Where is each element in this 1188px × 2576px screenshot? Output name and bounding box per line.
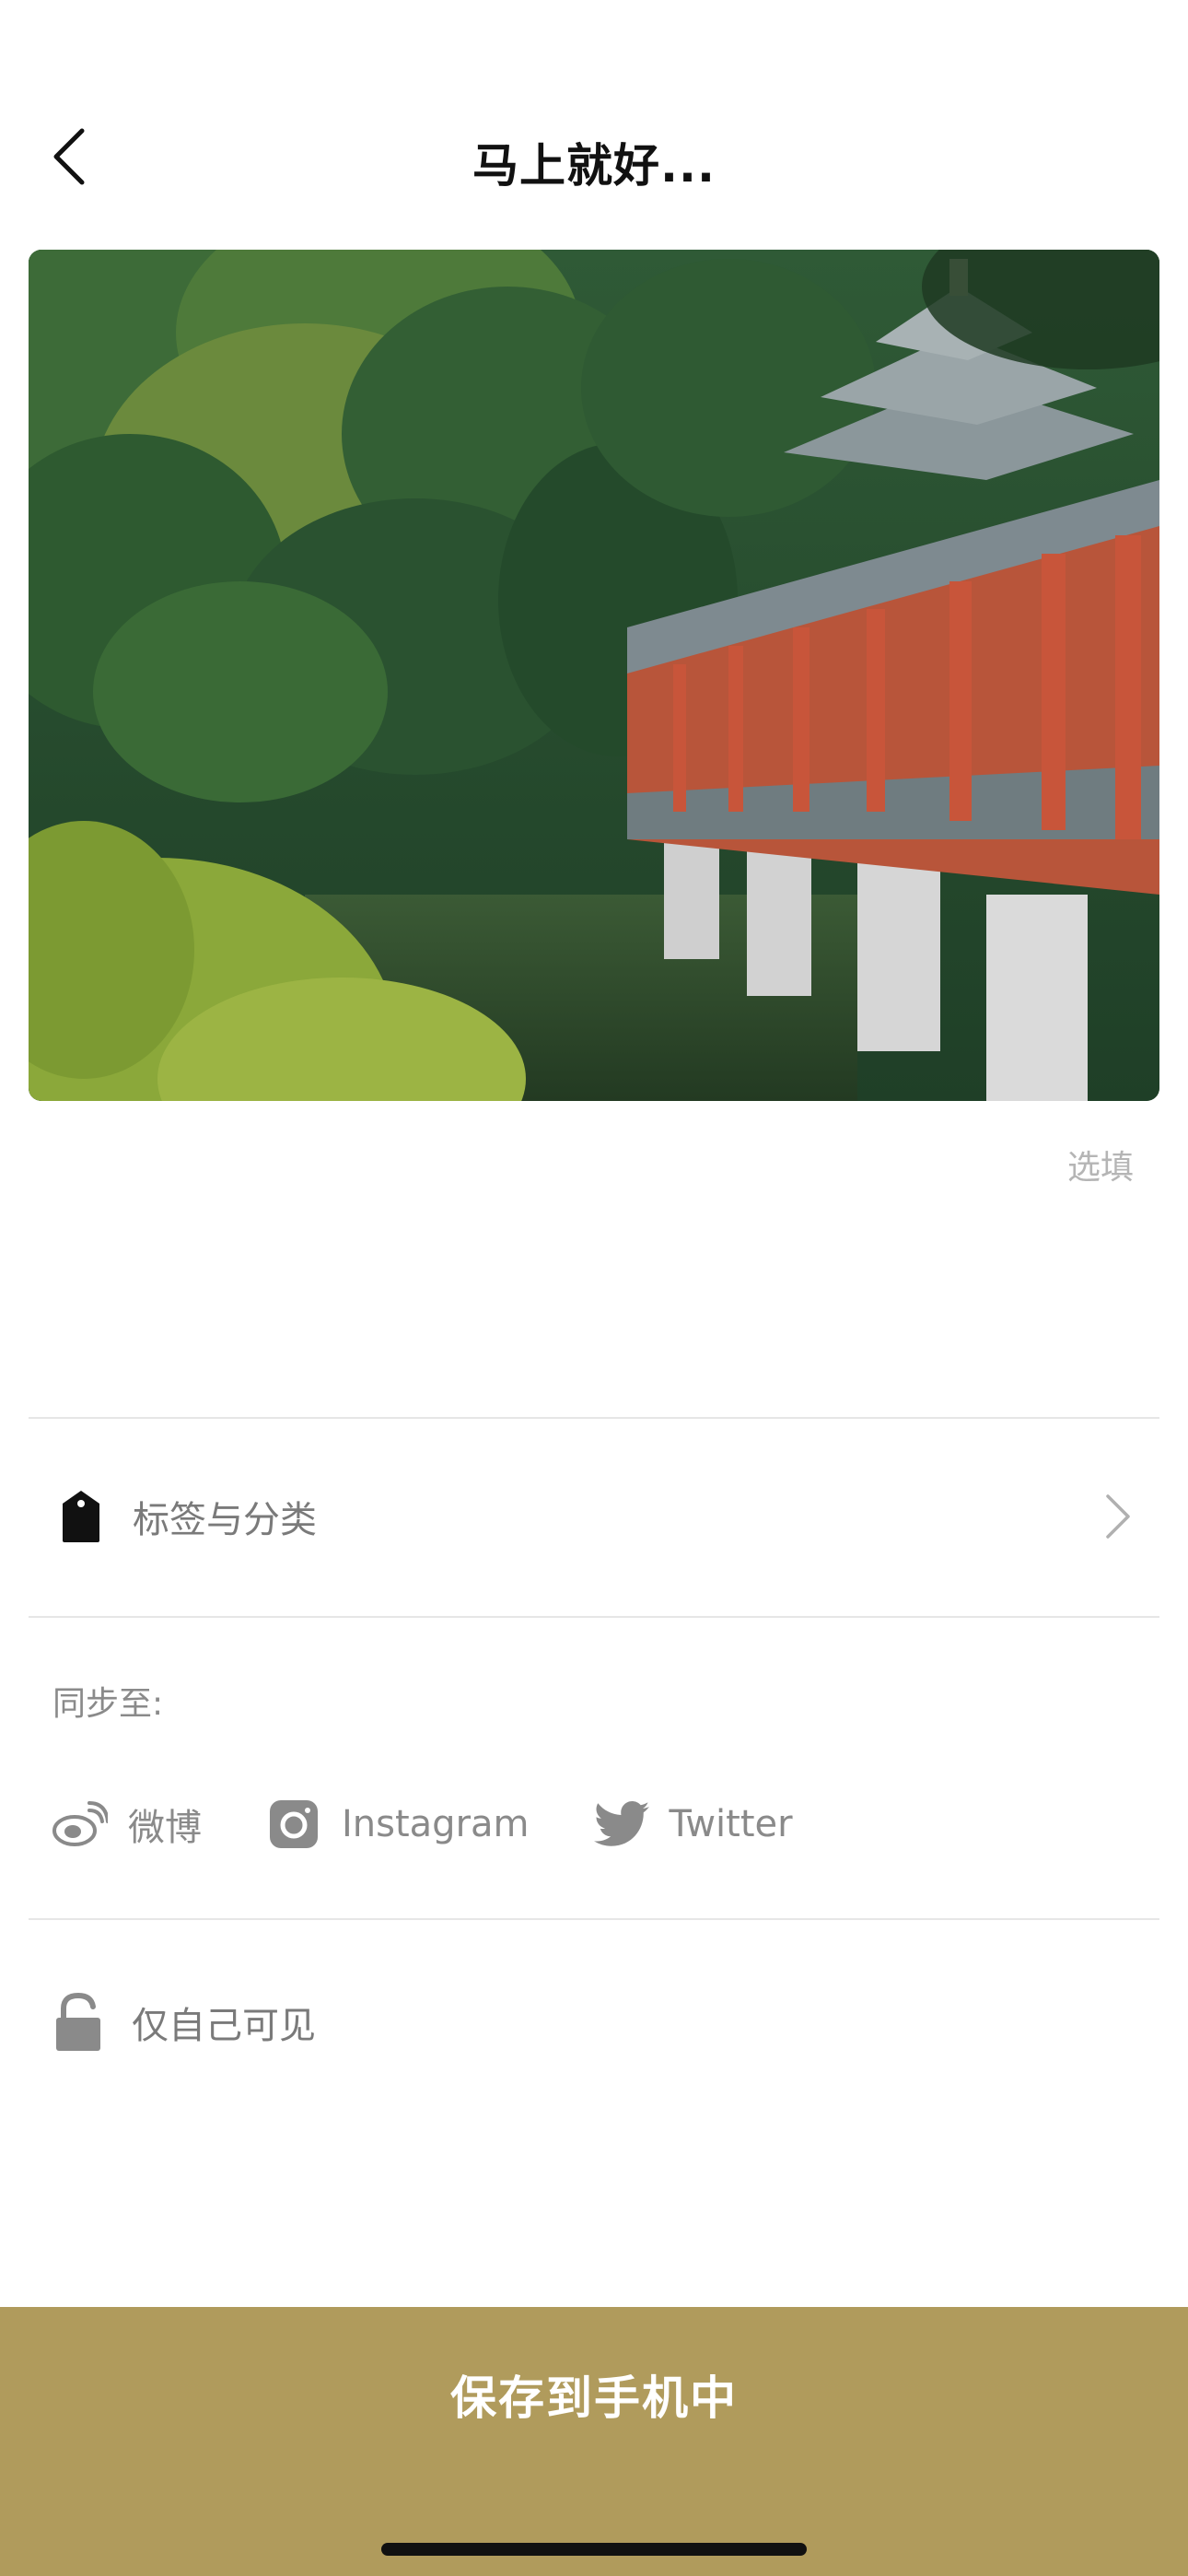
divider xyxy=(29,1616,1159,1618)
tags-row[interactable]: 标签与分类 xyxy=(29,1419,1159,1614)
sync-twitter[interactable]: Twitter xyxy=(593,1797,793,1852)
home-indicator xyxy=(381,2543,807,2556)
sync-instagram[interactable]: Instagram xyxy=(266,1797,530,1852)
photo-image xyxy=(29,250,1159,1101)
save-to-phone-button[interactable]: 保存到手机中 xyxy=(0,2307,1188,2482)
sync-targets: 微博 Instagram Twitter xyxy=(52,1787,857,1861)
page-title: 马上就好... xyxy=(472,139,716,193)
sync-weibo-label: 微博 xyxy=(128,1807,202,1849)
sync-weibo[interactable]: 微博 xyxy=(52,1797,202,1852)
caption-input[interactable] xyxy=(29,1129,1159,1405)
post-photo[interactable] xyxy=(29,250,1159,1101)
sync-twitter-label: Twitter xyxy=(669,1803,793,1845)
header: 马上就好... xyxy=(0,0,1188,221)
sync-label: 同步至: xyxy=(52,1685,164,1723)
tag-icon xyxy=(63,1491,99,1542)
sync-instagram-label: Instagram xyxy=(342,1803,530,1845)
tags-label: 标签与分类 xyxy=(133,1499,317,1541)
chevron-right-icon xyxy=(1106,1494,1130,1539)
lock-icon xyxy=(56,1992,100,2051)
privacy-toggle[interactable]: 仅自己可见 xyxy=(52,1985,316,2059)
privacy-label: 仅自己可见 xyxy=(132,2005,316,2047)
weibo-icon xyxy=(52,1797,108,1852)
divider xyxy=(29,1918,1159,1920)
twitter-icon xyxy=(593,1797,649,1852)
caption-placeholder: 选填 xyxy=(1066,1149,1134,1187)
instagram-icon xyxy=(266,1797,321,1852)
